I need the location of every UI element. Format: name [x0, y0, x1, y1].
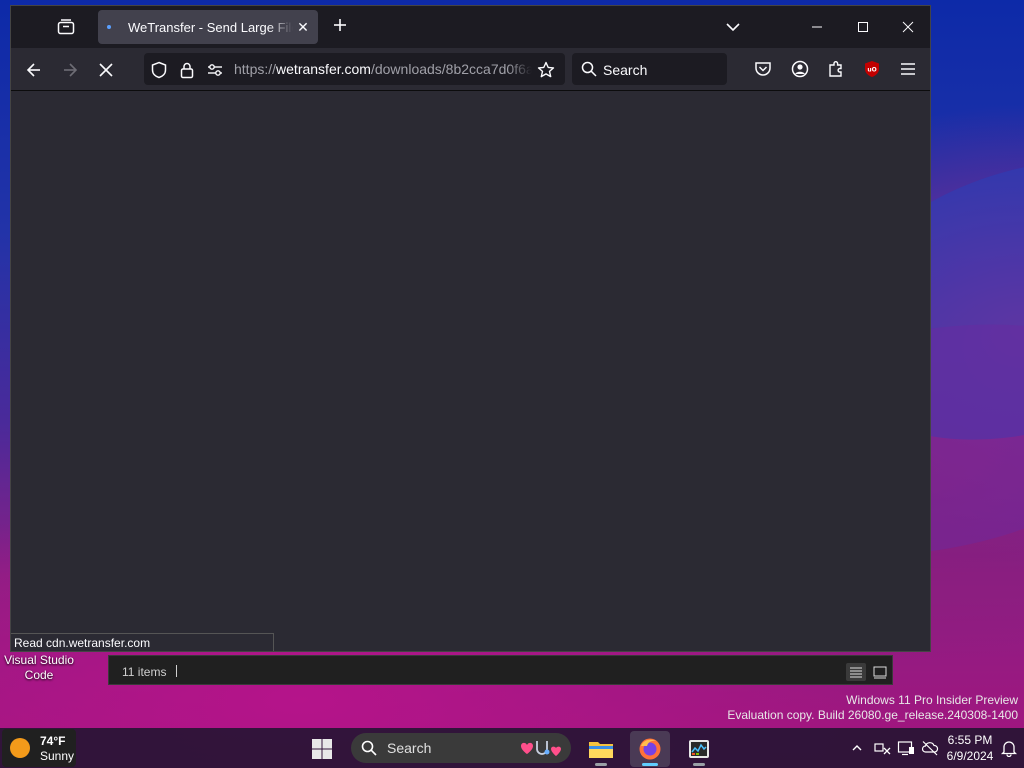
watermark-line2: Evaluation copy. Build 26080.ge_release.…	[727, 708, 1018, 722]
taskbar-task-manager[interactable]	[679, 731, 719, 767]
ublock-icon[interactable]: uO	[860, 57, 884, 81]
search-highlight-icon	[517, 737, 565, 759]
cloud-off-icon[interactable]	[920, 738, 940, 758]
clock-date: 6/9/2024	[946, 749, 994, 763]
stop-button[interactable]	[93, 57, 119, 83]
firefox-window: WeTransfer - Send Large Files & Share Ph…	[10, 5, 931, 652]
tab-tray-icon[interactable]	[55, 16, 77, 38]
close-window-button[interactable]	[885, 6, 930, 48]
back-button[interactable]	[21, 57, 47, 83]
minimize-button[interactable]	[794, 6, 840, 48]
chevron-down-icon[interactable]	[723, 17, 743, 37]
search-icon	[581, 61, 597, 77]
weather-widget[interactable]: 74°F Sunny	[2, 729, 76, 767]
taskbar-search[interactable]: Search	[351, 733, 571, 763]
tab-loading-icon	[107, 25, 111, 29]
tab-close-icon[interactable]: ✕	[295, 19, 311, 35]
url-text[interactable]: https://wetransfer.com/downloads/8b2cca7…	[234, 61, 532, 77]
status-panel: Read cdn.wetransfer.com	[11, 633, 274, 651]
weather-condition: Sunny	[40, 749, 75, 763]
sliders-icon[interactable]	[206, 61, 224, 79]
forward-button[interactable]	[57, 57, 83, 83]
status-separator	[176, 665, 177, 677]
search-placeholder: Search	[603, 62, 648, 78]
bell-icon[interactable]	[1000, 739, 1018, 758]
lock-icon[interactable]	[178, 61, 196, 79]
weather-temp: 74°F	[40, 734, 66, 748]
taskbar-file-explorer[interactable]	[581, 731, 621, 767]
sun-icon	[10, 738, 30, 758]
watermark-line1: Windows 11 Pro Insider Preview	[846, 693, 1018, 707]
url-scheme: https://	[234, 61, 277, 77]
new-tab-button[interactable]	[329, 16, 351, 38]
hamburger-icon[interactable]	[896, 57, 920, 81]
network-disconnected-icon[interactable]	[872, 738, 892, 758]
tab-title: WeTransfer - Send Large Files & Share Ph…	[128, 20, 293, 35]
navigation-toolbar: https://wetransfer.com/downloads/8b2cca7…	[11, 48, 930, 91]
chevron-up-icon[interactable]	[847, 738, 867, 758]
details-view-button[interactable]	[846, 663, 866, 681]
url-path: /downloads/8b2cca7d0f6a	[370, 61, 532, 77]
url-host: wetransfer.com	[276, 61, 371, 77]
account-icon[interactable]	[788, 57, 812, 81]
page-content[interactable]	[11, 91, 930, 651]
title-bar: WeTransfer - Send Large Files & Share Ph…	[11, 6, 930, 48]
desktop-icon-vscode-label[interactable]: Visual Studio Code	[0, 653, 78, 683]
start-button[interactable]	[308, 735, 336, 763]
pocket-icon[interactable]	[751, 57, 775, 81]
star-icon[interactable]	[537, 61, 555, 79]
svg-text:uO: uO	[867, 67, 876, 74]
file-explorer-status-bar: 11 items	[108, 655, 893, 685]
clock-time: 6:55 PM	[947, 733, 993, 747]
maximize-button[interactable]	[840, 6, 886, 48]
taskbar-firefox[interactable]	[630, 731, 670, 767]
display-icon[interactable]	[896, 738, 916, 758]
puzzle-icon[interactable]	[824, 57, 848, 81]
search-icon	[361, 740, 377, 756]
taskbar-search-placeholder: Search	[387, 740, 432, 756]
tiles-view-button[interactable]	[871, 663, 889, 681]
windows-watermark: Windows 11 Pro Insider Preview Evaluatio…	[727, 693, 1018, 723]
search-bar[interactable]: Search	[572, 53, 727, 85]
taskbar-clock[interactable]: 6:55 PM 6/9/2024	[940, 732, 1000, 764]
tab-wetransfer[interactable]: WeTransfer - Send Large Files & Share Ph…	[98, 10, 318, 44]
url-bar[interactable]: https://wetransfer.com/downloads/8b2cca7…	[144, 53, 565, 85]
item-count: 11 items	[122, 665, 167, 679]
shield-icon[interactable]	[150, 61, 168, 79]
